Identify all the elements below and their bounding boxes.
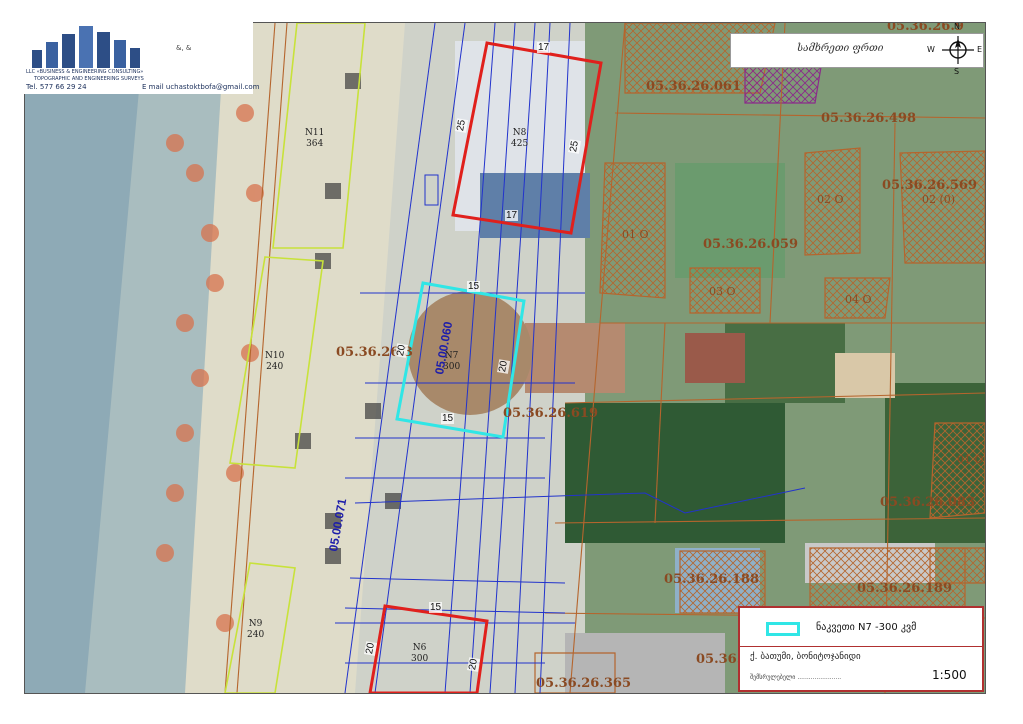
parcel-label: 05.36.26.619 — [503, 406, 598, 421]
email-label: E mail — [142, 83, 164, 91]
parcel-label: 05.36.26.569 — [882, 178, 977, 193]
parcel-label: 05.36.26.498 — [821, 111, 916, 126]
parcel-label: 05.36.26.365 — [536, 676, 631, 691]
phone-line: Tel. 577 66 29 24 — [26, 83, 87, 91]
compass-s: S — [954, 67, 960, 76]
plot-n11-label: N11 364 — [305, 128, 325, 149]
dimension-label: 20 — [395, 343, 409, 358]
legend-address: ქ. ბათუმი, ბონიტოჯანიდი — [750, 652, 861, 662]
compass-e: E — [977, 45, 983, 54]
north-arrow-box: სამხრეთი ფრთი N S W E — [730, 22, 984, 76]
dimension-label: 25 — [455, 118, 469, 133]
plot-n8-label: N8 425 — [511, 128, 529, 149]
small-parcel-label: 04 O — [845, 293, 872, 306]
small-parcel-label: 02 O — [817, 193, 844, 206]
email-line: E mail uchastoktbofa@gmail.com — [142, 83, 259, 91]
dimension-label: 20 — [364, 641, 378, 656]
dimension-label: 20 — [467, 657, 481, 672]
parcel-label: 05.36.26.059 — [703, 237, 798, 252]
company-tagline: TOPOGRAPHIC AND ENGINEERING SURVEYS — [34, 76, 144, 82]
map-frame: 05.36.26.061 05.36.26.498 05.36.26.569 0… — [24, 22, 986, 694]
dimension-label: 20 — [497, 359, 511, 374]
legend-box: ნაკვეთი N7 -300 კვმ ქ. ბათუმი, ბონიტოჯან… — [738, 606, 984, 692]
phone-value: 577 66 29 24 — [39, 83, 87, 91]
company-logo — [32, 26, 140, 68]
compass-w: W — [927, 45, 935, 54]
phone-label: Tel. — [26, 83, 38, 91]
compass-n: N — [954, 22, 960, 31]
small-parcel-label: 01 O — [622, 228, 649, 241]
small-parcel-label: 03 O — [709, 285, 736, 298]
legend-swatch — [766, 622, 800, 636]
company-name: LLC «BUSINESS & ENGINEERING CONSULTING» — [26, 69, 144, 75]
dimension-label: 15 — [441, 413, 455, 424]
map-subtitle: სამხრეთი ფრთი — [797, 43, 884, 54]
parcel-label: 05.36.26.083 — [880, 495, 975, 510]
legend-author: შემსრულებელი ....................... — [750, 674, 842, 681]
dimension-label: 15 — [429, 602, 443, 613]
legend-item-label: ნაკვეთი N7 -300 კვმ — [816, 622, 917, 633]
map-scale: 1:500 — [932, 668, 967, 682]
dimension-label: 15 — [467, 281, 481, 292]
small-parcel-label: 02 (0) — [922, 193, 956, 206]
plot-n9-label: N9 240 — [247, 619, 265, 640]
dimension-label: 17 — [537, 42, 551, 53]
legend-divider — [740, 646, 982, 647]
email-value: uchastoktbofa@gmail.com — [165, 83, 260, 91]
dimension-label: 25 — [568, 139, 582, 154]
parcel-label: 05.36.26.188 — [664, 572, 759, 587]
header-mark: &, & — [176, 44, 192, 52]
plot-n6-label: N6 300 — [411, 643, 429, 664]
compass-icon — [942, 36, 974, 64]
parcel-label: 05.36.26.061 — [646, 79, 741, 94]
dimension-label: 17 — [505, 210, 519, 221]
plot-n10-label: N10 240 — [265, 351, 285, 372]
small-parcel-label: 01 O — [957, 453, 984, 466]
company-header: &, & LLC «BUSINESS & ENGINEERING CONSULT… — [24, 22, 259, 94]
parcel-label: 05.36.26.189 — [857, 581, 952, 596]
